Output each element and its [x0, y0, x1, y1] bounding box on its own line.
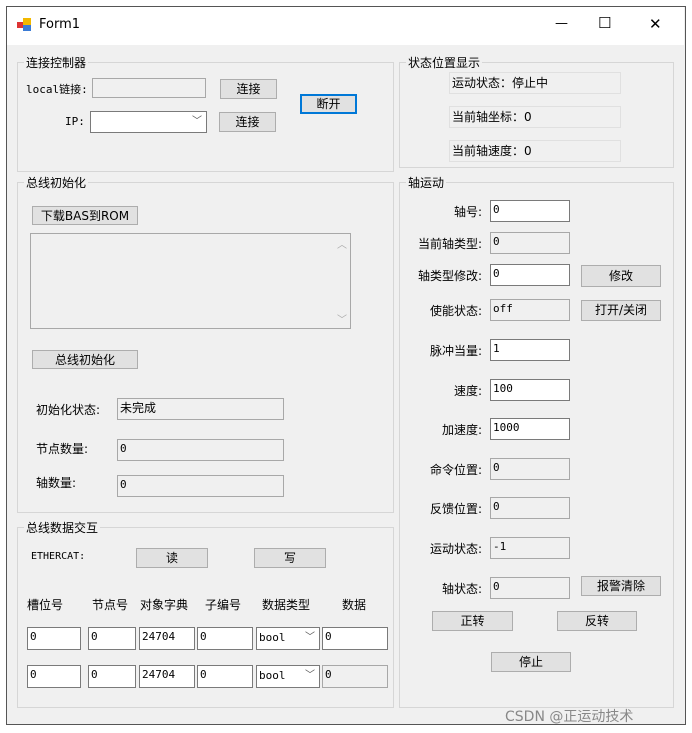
bus-init-group: 总线初始化: [17, 174, 394, 513]
read-button[interactable]: 读: [136, 548, 208, 568]
bus-init-group-title: 总线初始化: [24, 174, 89, 191]
axis-motion-group-title: 轴运动: [406, 174, 447, 191]
axis-field-value: 0: [490, 577, 570, 599]
cell-value: bool: [259, 631, 286, 644]
local-connect-button[interactable]: 连接: [220, 79, 277, 99]
connect-group-title: 连接控制器: [24, 54, 89, 71]
bus-init-button[interactable]: 总线初始化: [32, 350, 138, 369]
axis-field-value[interactable]: 0: [490, 264, 570, 286]
cell-value: 24704: [142, 630, 176, 643]
log-textarea[interactable]: ︿ ﹀: [30, 233, 351, 329]
cell-value: 0: [91, 630, 98, 643]
axis-field-label: 命令位置:: [429, 463, 482, 477]
axis-field-label: 轴类型修改:: [417, 269, 482, 283]
axis-field-label: 当前轴类型:: [417, 237, 482, 251]
ip-combo[interactable]: ﹀: [90, 111, 207, 133]
node-count-label: 节点数量:: [36, 442, 89, 456]
axis-field-value[interactable]: 100: [490, 379, 570, 401]
watermark: CSDN @正运动技术: [505, 709, 634, 725]
cell-value: 24704: [142, 668, 176, 681]
init-state-value: 未完成: [117, 398, 284, 420]
axis-field-label: 速度:: [453, 384, 482, 398]
chevron-down-icon: ﹀: [305, 632, 315, 643]
data-type-combo[interactable]: bool ﹀: [256, 627, 320, 650]
axis-coord-display: 当前轴坐标：0: [449, 106, 621, 128]
column-header: 子编号: [205, 598, 242, 612]
ip-connect-button[interactable]: 连接: [219, 112, 276, 132]
write-button[interactable]: 写: [254, 548, 326, 568]
ethercat-label: ETHERCAT:: [31, 551, 86, 562]
cell-value: 0: [91, 668, 98, 681]
sub-index-input[interactable]: 0: [197, 665, 253, 688]
motion-status-display: 运动状态：停止中: [449, 72, 621, 94]
modify-button[interactable]: 修改: [581, 265, 661, 287]
reverse-button[interactable]: 反转: [557, 611, 637, 631]
download-bas-button[interactable]: 下载BAS到ROM: [32, 206, 138, 225]
axis-count-label: 轴数量:: [36, 476, 77, 490]
data-input[interactable]: 0: [322, 627, 388, 650]
node-count-value: 0: [117, 439, 284, 461]
scroll-up-icon[interactable]: ︿: [337, 236, 347, 251]
cell-value: 0: [200, 668, 207, 681]
status-group-title: 状态位置显示: [406, 54, 483, 71]
slot-input[interactable]: 0: [27, 627, 81, 650]
axis-field-value[interactable]: 1: [490, 339, 570, 361]
axis-field-value: -1: [490, 537, 570, 559]
axis-field-label: 运动状态:: [429, 542, 482, 556]
axis-field-label: 加速度:: [441, 423, 482, 437]
cell-value: 0: [30, 668, 37, 681]
node-input[interactable]: 0: [88, 627, 136, 650]
cell-value: 0: [30, 630, 37, 643]
column-header: 数据: [342, 598, 367, 612]
enable-toggle-button[interactable]: 打开/关闭: [581, 300, 661, 321]
axis-field-label: 使能状态:: [429, 304, 482, 318]
maximize-button[interactable]: ☐: [598, 14, 611, 32]
cell-value: 0: [325, 630, 332, 643]
cell-value: 0: [200, 630, 207, 643]
axis-field-value: 0: [490, 458, 570, 480]
title-bar: Form1 — ☐ ✕: [7, 7, 684, 45]
bus-data-group-title: 总线数据交互: [24, 519, 101, 536]
axis-field-value: 0: [490, 497, 570, 519]
local-input[interactable]: [92, 78, 206, 98]
object-dict-input[interactable]: 24704: [139, 627, 195, 650]
axis-field-value[interactable]: 1000: [490, 418, 570, 440]
data-type-combo[interactable]: bool ﹀: [256, 665, 320, 688]
app-icon: [17, 18, 31, 31]
object-dict-input[interactable]: 24704: [139, 665, 195, 688]
sub-index-input[interactable]: 0: [197, 627, 253, 650]
column-header: 对象字典: [140, 598, 189, 612]
minimize-button[interactable]: —: [555, 16, 568, 31]
axis-field-value[interactable]: 0: [490, 200, 570, 222]
disconnect-button[interactable]: 断开: [300, 94, 357, 114]
ip-label: IP:: [65, 115, 85, 128]
axis-field-value: off: [490, 299, 570, 321]
scroll-down-icon[interactable]: ﹀: [337, 311, 347, 326]
node-input[interactable]: 0: [88, 665, 136, 688]
cell-value: bool: [259, 669, 286, 682]
axis-field-label: 脉冲当量:: [429, 344, 482, 358]
forward-button[interactable]: 正转: [432, 611, 513, 631]
slot-input[interactable]: 0: [27, 665, 81, 688]
axis-speed-display: 当前轴速度：0: [449, 140, 621, 162]
cell-value: 0: [325, 668, 332, 681]
init-state-label: 初始化状态:: [36, 403, 101, 417]
stop-button[interactable]: 停止: [491, 652, 571, 672]
clear-alarm-button[interactable]: 报警清除: [581, 576, 661, 596]
column-header: 数据类型: [262, 598, 311, 612]
axis-field-value: 0: [490, 232, 570, 254]
vertical-scrollbar[interactable]: ︿ ﹀: [333, 234, 350, 328]
column-header: 槽位号: [27, 598, 64, 612]
axis-count-value: 0: [117, 475, 284, 497]
axis-field-label: 轴状态:: [441, 582, 482, 596]
data-input[interactable]: 0: [322, 665, 388, 688]
column-header: 节点号: [92, 598, 129, 612]
window-title: Form1: [39, 17, 81, 32]
local-label: local链接:: [26, 83, 88, 96]
axis-field-label: 轴号:: [453, 205, 482, 219]
close-button[interactable]: ✕: [649, 15, 662, 33]
chevron-down-icon: ﹀: [305, 670, 315, 681]
chevron-down-icon: ﹀: [192, 116, 202, 127]
axis-field-label: 反馈位置:: [429, 502, 482, 516]
